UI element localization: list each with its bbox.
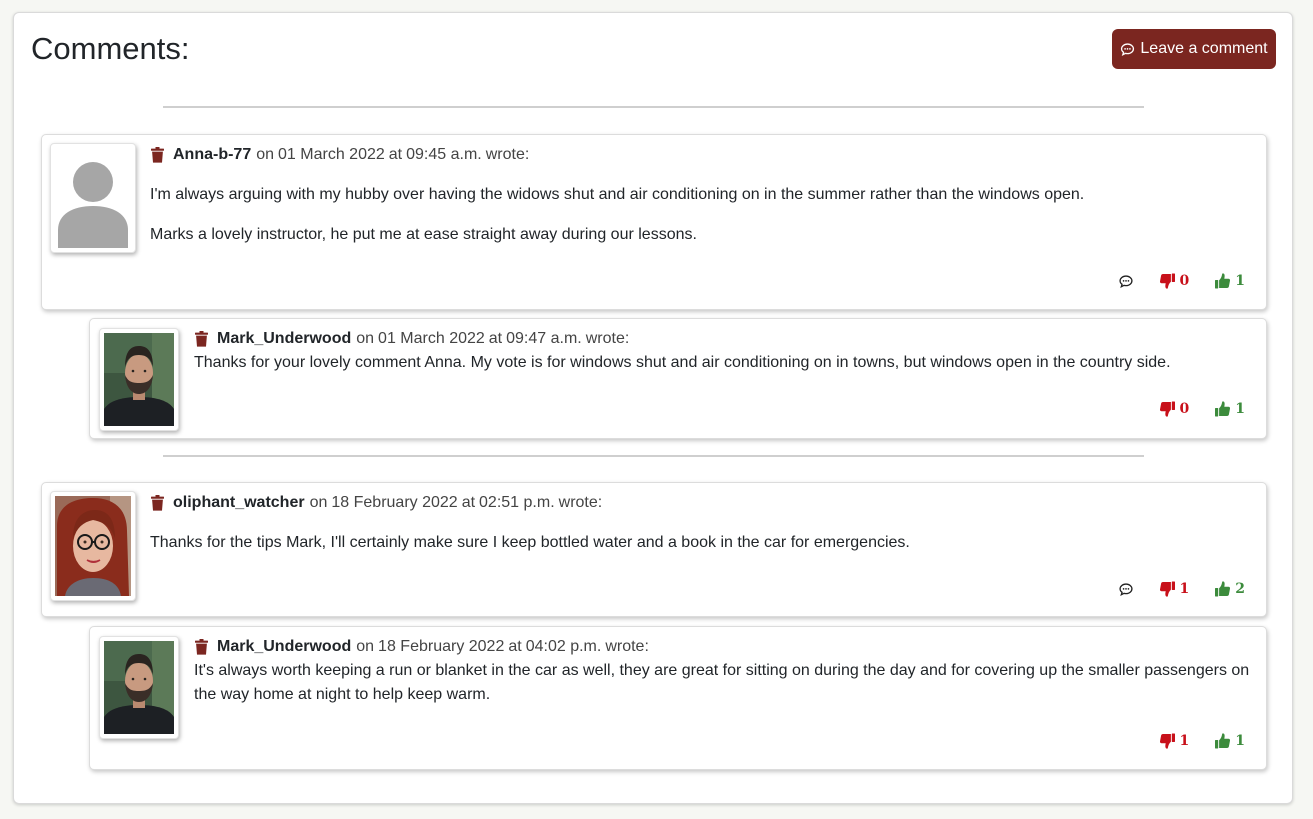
wrote-label: wrote: [605,638,649,655]
author-name[interactable]: Mark_Underwood [217,330,351,348]
dislike-button[interactable]: 0 [1159,273,1190,289]
dislike-count: 1 [1179,733,1190,749]
like-button[interactable]: 1 [1214,273,1245,289]
thumbs-down-icon [1159,733,1175,749]
bearded-man-photo [104,333,174,426]
divider [163,455,1144,457]
dislike-count: 1 [1179,581,1190,597]
reply-actions: 0 1 [1159,401,1245,417]
comment-date: 18 February 2022 [378,638,505,655]
author-name[interactable]: oliphant_watcher [173,494,305,512]
thumbs-down-icon [1159,273,1175,289]
reply-text: It's always worth keeping a run or blank… [194,662,1250,703]
wrote-label: wrote: [558,494,603,511]
comment-text: Marks a lovely instructor, he put me at … [150,226,697,243]
comment-icon [1118,582,1133,596]
like-count: 1 [1235,733,1245,749]
comment-icon [1118,274,1133,288]
thumbs-down-icon [1159,581,1175,597]
dislike-button[interactable]: 1 [1159,733,1190,749]
like-button[interactable]: 1 [1214,401,1245,417]
default-user-icon [55,148,131,248]
comment-date: 01 March 2022 [378,330,485,347]
thumbs-up-icon [1215,273,1231,289]
comment-meta: Mark_Underwood on 01 March 2022 at 09:47… [194,330,629,348]
comment-text: Thanks for the tips Mark, I'll certainly… [150,534,910,551]
comment-meta: Mark_Underwood on 18 February 2022 at 04… [194,638,649,656]
comments-title: Comments: [31,31,190,66]
trash-icon[interactable] [194,639,209,655]
dislike-button[interactable]: 1 [1159,581,1190,597]
thumbs-up-icon [1215,733,1231,749]
time-prefix: at [488,330,503,347]
author-name[interactable]: Anna-b-77 [173,146,251,164]
on-label: on [256,146,275,163]
trash-icon[interactable] [150,495,165,511]
comment-time: 02:51 p.m. [479,494,555,511]
divider [163,106,1144,108]
dislike-count: 0 [1179,401,1190,417]
like-count: 1 [1235,273,1245,289]
author-name[interactable]: Mark_Underwood [217,638,351,656]
leave-comment-button[interactable]: Leave a comment [1112,29,1276,69]
avatar [50,491,136,601]
comments-panel: Comments: Leave a comment Anna-b-77 on 0… [13,12,1293,804]
comment-meta: oliphant_watcher on 18 February 2022 at … [150,494,602,512]
comment-date: 01 March 2022 [278,146,385,163]
reply-button[interactable] [1118,582,1134,597]
woman-glasses-photo [55,496,131,596]
reply-card: Mark_Underwood on 01 March 2022 at 09:47… [89,318,1267,439]
thumbs-down-icon [1159,401,1175,417]
like-count: 1 [1235,401,1245,417]
leave-comment-label: Leave a comment [1140,40,1268,57]
comment-actions: 0 1 [1118,273,1245,289]
comment-time: 04:02 p.m. [525,638,602,655]
bearded-man-photo [104,641,174,734]
comment-actions: 1 2 [1118,581,1245,597]
comment-time: 09:45 a.m. [406,146,482,163]
reply-button[interactable] [1118,274,1134,289]
comment-meta: Anna-b-77 on 01 March 2022 at 09:45 a.m.… [150,146,529,164]
like-button[interactable]: 1 [1214,733,1245,749]
thumbs-up-icon [1215,581,1231,597]
dislike-count: 0 [1179,273,1190,289]
dislike-button[interactable]: 0 [1159,401,1190,417]
comment-icon [1121,42,1135,56]
on-label: on [356,330,375,347]
comment-date: 18 February 2022 [331,494,458,511]
comment-time: 09:47 a.m. [506,330,582,347]
avatar [99,636,179,739]
avatar [50,143,136,253]
like-button[interactable]: 2 [1214,581,1245,597]
comment-text: I'm always arguing with my hubby over ha… [150,186,1085,203]
wrote-label: wrote: [485,146,530,163]
time-prefix: at [508,638,522,655]
comment-card: Anna-b-77 on 01 March 2022 at 09:45 a.m.… [41,134,1267,310]
time-prefix: at [388,146,403,163]
reply-text: Thanks for your lovely comment Anna. My … [194,354,1171,371]
time-prefix: at [461,494,476,511]
on-label: on [356,638,375,655]
trash-icon[interactable] [194,331,209,347]
avatar [99,328,179,431]
trash-icon[interactable] [150,147,165,163]
like-count: 2 [1235,581,1245,597]
comment-card: oliphant_watcher on 18 February 2022 at … [41,482,1267,617]
wrote-label: wrote: [585,330,630,347]
on-label: on [309,494,328,511]
reply-card: Mark_Underwood on 18 February 2022 at 04… [89,626,1267,770]
thumbs-up-icon [1215,401,1231,417]
reply-actions: 1 1 [1159,733,1245,749]
